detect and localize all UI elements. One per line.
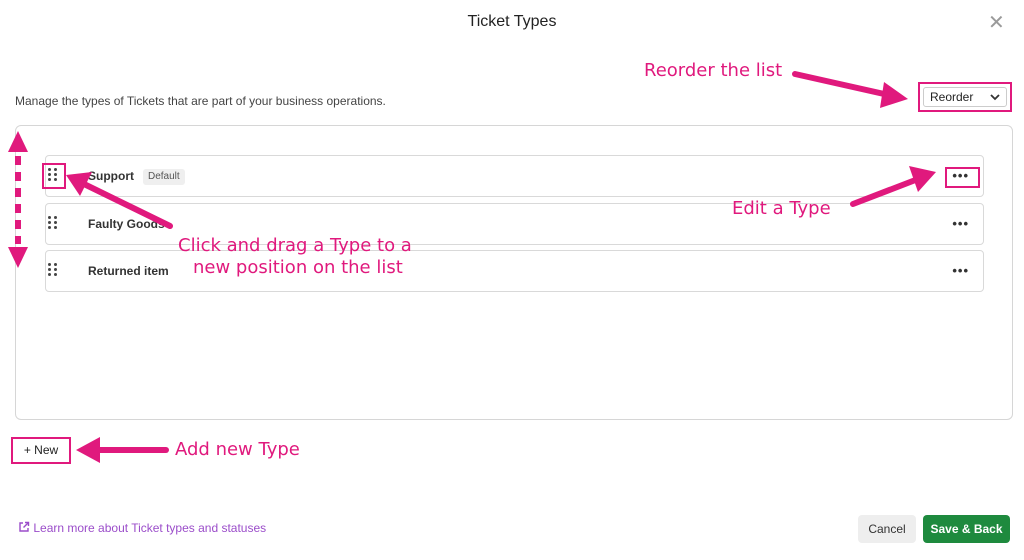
annotation-drag-line1: Click and drag a Type to a (178, 235, 412, 256)
annotation-add: Add new Type (175, 439, 300, 460)
learn-more-link[interactable]: Learn more about Ticket types and status… (18, 521, 266, 535)
annotation-drag-line2: new position on the list (193, 257, 403, 278)
learn-more-label: Learn more about Ticket types and status… (33, 521, 267, 535)
cancel-button[interactable]: Cancel (858, 515, 916, 543)
annotation-edit: Edit a Type (732, 198, 831, 219)
save-back-button[interactable]: Save & Back (923, 515, 1010, 543)
annotation-reorder: Reorder the list (644, 60, 783, 81)
annotation-arrows (8, 71, 936, 463)
external-link-icon (18, 521, 33, 535)
